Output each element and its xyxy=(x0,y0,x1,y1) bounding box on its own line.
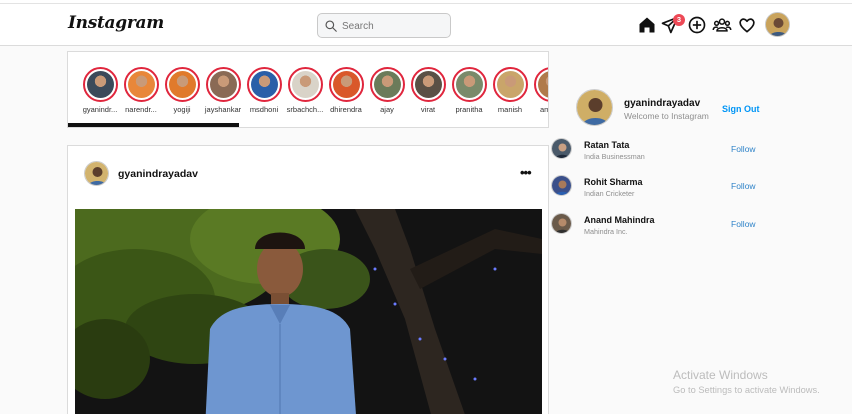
story-ring xyxy=(328,67,364,102)
story-ring xyxy=(246,67,282,102)
add-post-icon[interactable] xyxy=(687,15,707,35)
instagram-logo[interactable]: Instagram xyxy=(68,13,164,33)
watermark-title: Activate Windows xyxy=(673,368,768,382)
search-icon xyxy=(325,20,337,32)
story-ring xyxy=(451,67,487,102)
story-item[interactable]: pranitha xyxy=(448,67,490,114)
follow-button[interactable]: Follow xyxy=(731,181,756,191)
story-item[interactable]: jayshankar xyxy=(202,67,244,114)
post-options-icon[interactable]: ••• xyxy=(520,166,532,179)
story-item[interactable]: ajay xyxy=(366,67,408,114)
avatar-image xyxy=(552,214,571,233)
story-item[interactable]: narendr... xyxy=(120,67,162,114)
story-ring xyxy=(533,67,548,102)
suggestion-name[interactable]: Anand Mahindra xyxy=(584,215,655,225)
suggestion-name[interactable]: Ratan Tata xyxy=(584,140,629,150)
story-item[interactable]: srbachch... xyxy=(284,67,326,114)
suggestion-description: Indian Cricketer xyxy=(584,189,635,198)
suggestion-description: India Businessman xyxy=(584,152,645,161)
story-item[interactable]: gyanindr... xyxy=(79,67,121,114)
avatar-image xyxy=(552,139,571,158)
story-username: ajay xyxy=(380,105,394,114)
sidebar-profile-avatar[interactable] xyxy=(576,89,613,126)
avatar-image xyxy=(577,90,612,125)
post-photo xyxy=(75,209,542,414)
sign-out-button[interactable]: Sign Out xyxy=(722,104,760,114)
story-avatar xyxy=(127,71,155,98)
story-avatar xyxy=(86,71,114,98)
suggestion-row: Anand Mahindra Mahindra Inc. Follow xyxy=(551,213,771,237)
story-username: manish xyxy=(497,105,523,114)
suggestion-avatar[interactable] xyxy=(551,213,572,234)
suggestion-description: Mahindra Inc. xyxy=(584,227,628,236)
search-input[interactable] xyxy=(342,17,446,35)
story-item[interactable]: msdhoni xyxy=(243,67,285,114)
story-username: yogiji xyxy=(173,105,191,114)
story-username: amitsh xyxy=(539,105,548,114)
activity-heart-icon[interactable] xyxy=(737,15,757,35)
follow-button[interactable]: Follow xyxy=(731,219,756,229)
story-item[interactable]: virat xyxy=(407,67,449,114)
story-ring xyxy=(205,67,241,102)
sidebar-subtitle: Welcome to Instagram xyxy=(624,111,709,121)
post-image[interactable] xyxy=(75,209,542,414)
stories-bar[interactable]: gyanindr... narendr... yogiji jayshankar msd… xyxy=(67,51,549,128)
story-ring xyxy=(123,67,159,102)
top-navbar: Instagram 3 xyxy=(0,4,852,46)
story-username: jayshankar xyxy=(204,105,242,114)
story-ring xyxy=(492,67,528,102)
post-card: gyanindrayadav ••• xyxy=(67,145,549,414)
story-item[interactable]: yogiji xyxy=(161,67,203,114)
story-ring xyxy=(287,67,323,102)
follow-button[interactable]: Follow xyxy=(731,144,756,154)
story-avatar xyxy=(332,71,360,98)
suggestion-row: Rohit Sharma Indian Cricketer Follow xyxy=(551,175,771,199)
suggestion-avatar[interactable] xyxy=(551,138,572,159)
story-ring xyxy=(410,67,446,102)
story-avatar xyxy=(537,71,548,98)
avatar-image xyxy=(85,162,108,185)
story-item[interactable]: amitsh xyxy=(530,67,548,114)
story-avatar xyxy=(168,71,196,98)
story-item[interactable]: manish xyxy=(489,67,531,114)
suggestion-row: Ratan Tata India Businessman Follow xyxy=(551,138,771,162)
story-avatar xyxy=(373,71,401,98)
story-avatar xyxy=(291,71,319,98)
story-username: msdhoni xyxy=(249,105,279,114)
suggestion-name[interactable]: Rohit Sharma xyxy=(584,177,643,187)
story-ring xyxy=(82,67,118,102)
home-icon[interactable] xyxy=(637,15,657,35)
story-avatar xyxy=(414,71,442,98)
story-avatar xyxy=(455,71,483,98)
explore-icon[interactable] xyxy=(712,15,732,35)
avatar-image xyxy=(766,13,789,36)
story-username: pranitha xyxy=(455,105,483,114)
post-username[interactable]: gyanindrayadav xyxy=(118,168,198,180)
story-item[interactable]: dhirendra xyxy=(325,67,367,114)
avatar-image xyxy=(552,176,571,195)
suggestion-avatar[interactable] xyxy=(551,175,572,196)
stories-scroll-indicator[interactable] xyxy=(68,123,239,127)
sidebar-username[interactable]: gyanindrayadav xyxy=(624,98,700,109)
story-username: narendr... xyxy=(125,105,157,114)
watermark-subtitle: Go to Settings to activate Windows. xyxy=(673,385,820,395)
story-username: gyanindr... xyxy=(82,105,118,114)
story-avatar xyxy=(496,71,524,98)
story-ring xyxy=(164,67,200,102)
post-author-avatar[interactable] xyxy=(84,161,109,186)
story-username: dhirendra xyxy=(330,105,362,114)
profile-avatar[interactable] xyxy=(765,12,790,37)
story-username: srbachch... xyxy=(286,105,324,114)
story-avatar xyxy=(250,71,278,98)
notification-badge: 3 xyxy=(673,14,685,26)
story-ring xyxy=(369,67,405,102)
windows-activation-watermark: Activate Windows Go to Settings to activ… xyxy=(673,368,820,395)
search-box[interactable] xyxy=(317,13,451,38)
story-avatar xyxy=(209,71,237,98)
story-username: virat xyxy=(420,105,436,114)
